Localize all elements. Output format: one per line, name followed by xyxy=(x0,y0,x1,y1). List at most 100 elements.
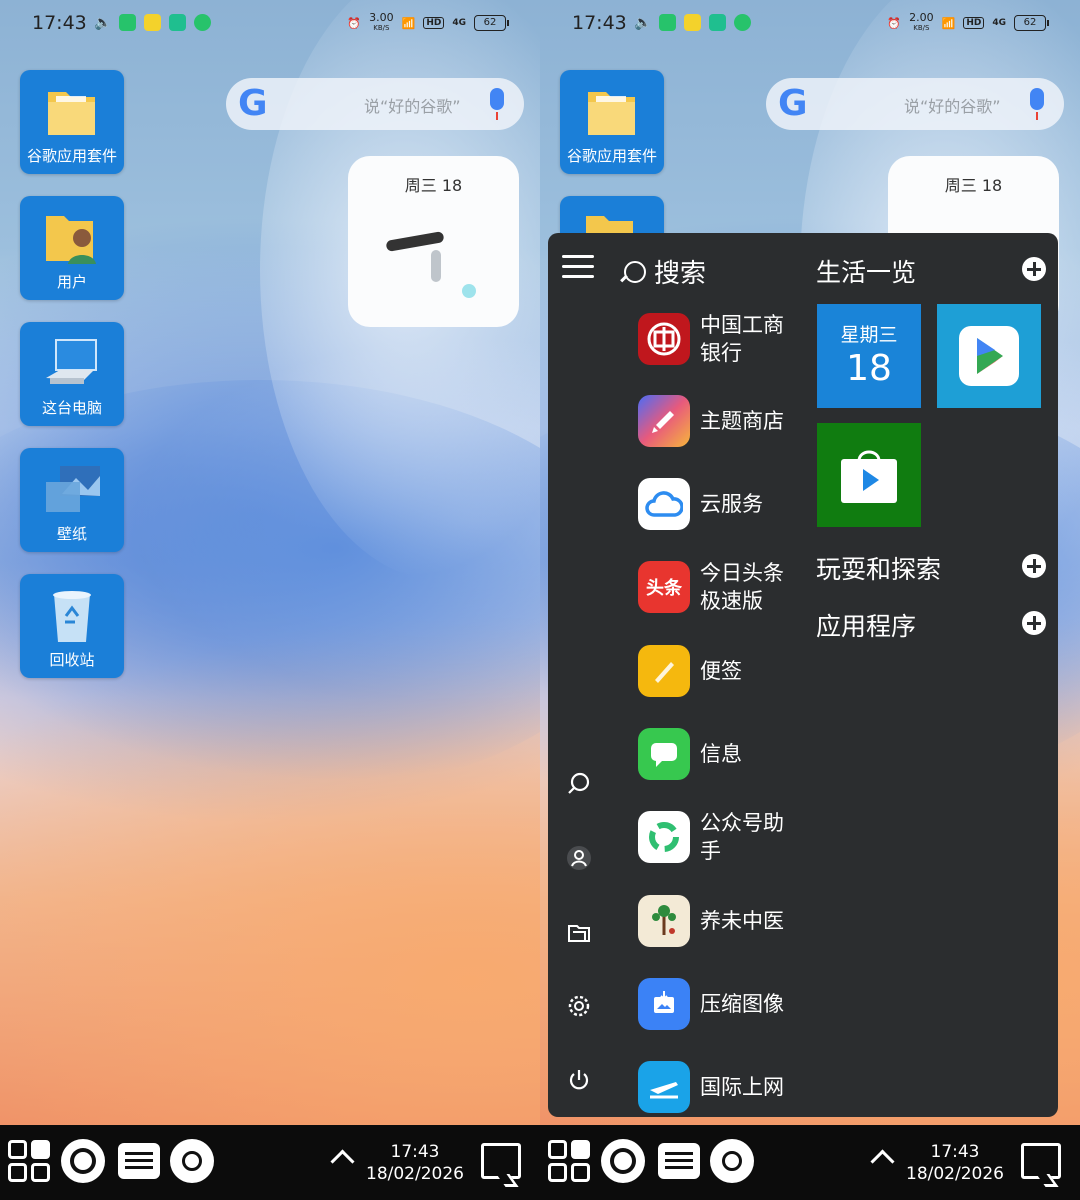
recycle-bin-icon xyxy=(53,591,91,642)
clock-minute-hand xyxy=(431,250,441,282)
user-icon[interactable] xyxy=(566,845,592,871)
desktop-icon-google-suite[interactable]: 谷歌应用套件 xyxy=(20,70,124,174)
microphone-icon[interactable] xyxy=(490,88,504,120)
status-time: 17:43 xyxy=(572,12,627,34)
desktop-right-panel: 17:43 🔈 ⏰ 2.00 KB/S 📶 HD 4G 62 谷歌应用套件 G 说… xyxy=(540,0,1080,1125)
alarm-icon: ⏰ xyxy=(347,16,362,30)
network-speed: 3.00 KB/S xyxy=(369,11,394,32)
chrome-icon[interactable] xyxy=(170,1139,214,1183)
group-header-life: 生活一览 xyxy=(816,253,1046,289)
cortana-circle-icon[interactable] xyxy=(61,1139,105,1183)
calendar-tile[interactable]: 星期三 18 xyxy=(817,304,921,408)
wifi-icon: 📶 xyxy=(941,16,956,30)
app-name: 压缩图像 xyxy=(700,992,784,1016)
add-group-icon[interactable] xyxy=(1022,611,1046,635)
group-title: 应用程序 xyxy=(816,612,917,641)
icbc-icon xyxy=(638,313,690,365)
alarm-icon: ⏰ xyxy=(887,16,902,30)
status-time: 17:43 xyxy=(32,12,87,34)
app-name: 养未中医 xyxy=(700,909,784,933)
google-play-icon xyxy=(959,326,1019,386)
volume-icon: 🔈 xyxy=(94,14,112,31)
app-notification-icon xyxy=(169,14,187,31)
taskbar-date: 18/02/2026 xyxy=(906,1164,1004,1184)
search-icon[interactable] xyxy=(566,771,592,797)
clock-date: 周三 18 xyxy=(944,176,1003,195)
app-notification-icon xyxy=(119,14,137,31)
notes-icon xyxy=(638,645,690,697)
app-notification-icon xyxy=(194,14,212,31)
wechat-assistant-icon xyxy=(638,811,690,863)
google-play-tile[interactable] xyxy=(937,304,1041,408)
user-folder-icon xyxy=(46,216,96,264)
search-placeholder: 说“好的谷歌” xyxy=(364,97,461,116)
desktop-icon-google-suite[interactable]: 谷歌应用套件 xyxy=(560,70,664,174)
app-name: 中国工商 银行 xyxy=(700,313,784,365)
add-group-icon[interactable] xyxy=(1022,257,1046,281)
taskbar-clock[interactable]: 17:43 18/02/2026 xyxy=(905,1141,1005,1185)
clock-second-dot xyxy=(462,284,476,298)
group-header-play-explore: 玩耍和探索 xyxy=(816,550,1046,586)
chrome-icon[interactable] xyxy=(710,1139,754,1183)
app-notification-icon xyxy=(659,14,677,31)
start-button[interactable] xyxy=(548,1140,592,1184)
microphone-icon[interactable] xyxy=(1030,88,1044,120)
search-placeholder: 说“好的谷歌” xyxy=(904,97,1001,116)
start-search-label: 搜索 xyxy=(654,259,707,289)
start-search[interactable]: 搜索 xyxy=(624,253,706,290)
desktop-icon-label: 回收站 xyxy=(49,651,95,669)
hamburger-menu-icon[interactable] xyxy=(562,255,594,279)
chevron-up-icon[interactable] xyxy=(870,1149,895,1174)
app-name: 云服务 xyxy=(700,492,763,516)
desktop-icon-user[interactable]: 用户 xyxy=(20,196,124,300)
list-item-toutiao[interactable]: 头条 今日头条 极速版 xyxy=(638,551,838,623)
cortana-circle-icon[interactable] xyxy=(601,1139,645,1183)
google-logo-icon: G xyxy=(238,83,268,124)
desktop-icon-label: 用户 xyxy=(56,273,87,291)
app-name: 公众号助 手 xyxy=(700,811,784,863)
notification-center-icon[interactable] xyxy=(1021,1143,1061,1179)
list-item-compress-image[interactable]: 压缩图像 xyxy=(638,968,838,1040)
power-icon[interactable] xyxy=(566,1067,592,1093)
start-menu: 搜索 中国工商 银行 主题商店 云服务 头条 今日头条 极速版 便签 信息 公众… xyxy=(548,233,1058,1117)
google-search-widget[interactable]: G 说“好的谷歌” xyxy=(766,78,1064,130)
desktop-icon-wallpaper[interactable]: 壁纸 xyxy=(20,448,124,552)
desktop-icon-label: 谷歌应用套件 xyxy=(26,147,117,165)
toutiao-icon: 头条 xyxy=(638,561,690,613)
chevron-up-icon[interactable] xyxy=(330,1149,355,1174)
list-item-messages[interactable]: 信息 xyxy=(638,718,838,790)
folder-icon xyxy=(588,92,635,135)
google-search-widget[interactable]: G 说“好的谷歌” xyxy=(226,78,524,130)
notification-center-icon[interactable] xyxy=(481,1143,521,1179)
app-notification-icon xyxy=(684,14,702,31)
battery-icon: 62 xyxy=(474,15,509,31)
task-view-icon[interactable] xyxy=(658,1143,700,1179)
taskbar: 17:43 18/02/2026 17:43 18/02/2026 xyxy=(0,1125,1080,1200)
hd-badge: HD xyxy=(423,17,445,29)
list-item-notes[interactable]: 便签 xyxy=(638,635,838,707)
status-bar: 17:43 🔈 ⏰ 2.00 KB/S 📶 HD 4G 62 xyxy=(540,0,1080,48)
list-item-wechat-assistant[interactable]: 公众号助 手 xyxy=(638,801,838,873)
list-item-theme-store[interactable]: 主题商店 xyxy=(638,385,838,457)
compress-image-icon xyxy=(638,978,690,1030)
google-logo-icon: G xyxy=(778,83,808,124)
list-item-tcm[interactable]: 养未中医 xyxy=(638,885,838,957)
list-item-cloud-service[interactable]: 云服务 xyxy=(638,468,838,540)
add-group-icon[interactable] xyxy=(1022,554,1046,578)
desktop-icon-label: 谷歌应用套件 xyxy=(566,147,657,165)
hd-badge: HD xyxy=(963,17,985,29)
task-view-icon[interactable] xyxy=(118,1143,160,1179)
store-tile[interactable] xyxy=(817,423,921,527)
settings-icon[interactable] xyxy=(566,993,592,1019)
taskbar-clock[interactable]: 17:43 18/02/2026 xyxy=(365,1141,465,1185)
taskbar-time: 17:43 xyxy=(390,1142,440,1162)
start-button[interactable] xyxy=(8,1140,52,1184)
list-item-icbc[interactable]: 中国工商 银行 xyxy=(638,303,838,375)
desktop-icon-this-pc[interactable]: 这台电脑 xyxy=(20,322,124,426)
cloud-icon xyxy=(638,478,690,530)
list-item-international-internet[interactable]: 国际上网 xyxy=(638,1051,838,1117)
desktop-icon-recycle-bin[interactable]: 回收站 xyxy=(20,574,124,678)
app-notification-icon xyxy=(734,14,752,31)
messages-icon xyxy=(638,728,690,780)
documents-icon[interactable] xyxy=(566,919,592,945)
